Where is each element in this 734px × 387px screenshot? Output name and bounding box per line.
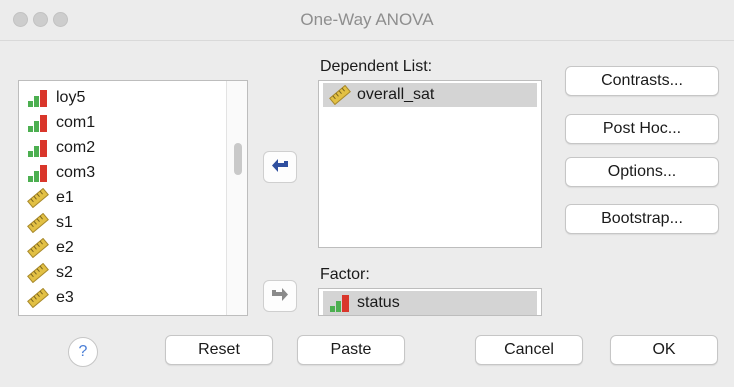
source-variable-list[interactable]: loy5 com1 com2 com3 e1 s1 e2 s2 e3: [18, 80, 248, 316]
scale-bar-icon: [28, 165, 47, 182]
variable-label: com3: [56, 164, 96, 181]
cancel-button[interactable]: Cancel: [475, 335, 583, 365]
reset-button[interactable]: Reset: [165, 335, 273, 365]
variable-label: s2: [56, 264, 73, 281]
list-item[interactable]: e1: [27, 187, 74, 209]
options-button[interactable]: Options...: [565, 157, 719, 187]
dependent-list-label: Dependent List:: [320, 58, 433, 75]
scale-bar-icon: [28, 140, 47, 157]
list-item[interactable]: e3: [27, 287, 74, 309]
dependent-item-label: overall_sat: [357, 86, 435, 103]
bootstrap-button[interactable]: Bootstrap...: [565, 204, 719, 234]
ruler-icon: [27, 213, 49, 233]
list-item[interactable]: com3: [27, 162, 95, 184]
variable-label: loy5: [56, 89, 86, 106]
list-item[interactable]: e2: [27, 237, 74, 259]
list-item[interactable]: loy5: [27, 87, 85, 109]
ruler-icon: [27, 288, 49, 308]
list-item[interactable]: s1: [27, 212, 73, 234]
paste-button[interactable]: Paste: [297, 335, 405, 365]
variable-label: e2: [56, 239, 74, 256]
scrollbar-thumb[interactable]: [234, 143, 242, 175]
scale-bar-icon: [28, 90, 47, 107]
variable-label: com2: [56, 139, 96, 156]
ruler-icon: [27, 188, 49, 208]
variable-label: com1: [56, 114, 96, 131]
variable-label: e3: [56, 289, 74, 306]
factor-item-label: status: [357, 294, 400, 311]
factor-field[interactable]: status: [318, 288, 542, 316]
arrow-right-icon: [272, 288, 288, 301]
move-to-dependent-button[interactable]: [263, 151, 297, 183]
help-button[interactable]: ?: [68, 337, 98, 367]
scale-bar-icon: [330, 295, 349, 312]
scale-bar-icon: [28, 115, 47, 132]
list-item[interactable]: s2: [27, 262, 73, 284]
list-item[interactable]: com1: [27, 112, 95, 134]
dependent-item-selected[interactable]: overall_sat: [323, 83, 537, 107]
ok-button[interactable]: OK: [610, 335, 718, 365]
dependent-list[interactable]: overall_sat: [318, 80, 542, 248]
variable-label: e1: [56, 189, 74, 206]
window-title: One-Way ANOVA: [300, 10, 434, 29]
post-hoc-button[interactable]: Post Hoc...: [565, 114, 719, 144]
arrow-left-icon: [272, 159, 288, 172]
move-to-factor-button[interactable]: [263, 280, 297, 312]
variable-label: s1: [56, 214, 73, 231]
contrasts-button[interactable]: Contrasts...: [565, 66, 719, 96]
title-bar: One-Way ANOVA: [0, 0, 734, 41]
ruler-icon: [27, 238, 49, 258]
ruler-icon: [329, 85, 351, 105]
factor-item-selected[interactable]: status: [323, 291, 537, 315]
vertical-scrollbar[interactable]: [226, 81, 247, 315]
factor-label: Factor:: [320, 266, 370, 283]
ruler-icon: [27, 263, 49, 283]
one-way-anova-dialog: One-Way ANOVA loy5 com1 com2 com3 e1 s1: [0, 0, 734, 387]
list-item[interactable]: com2: [27, 137, 95, 159]
